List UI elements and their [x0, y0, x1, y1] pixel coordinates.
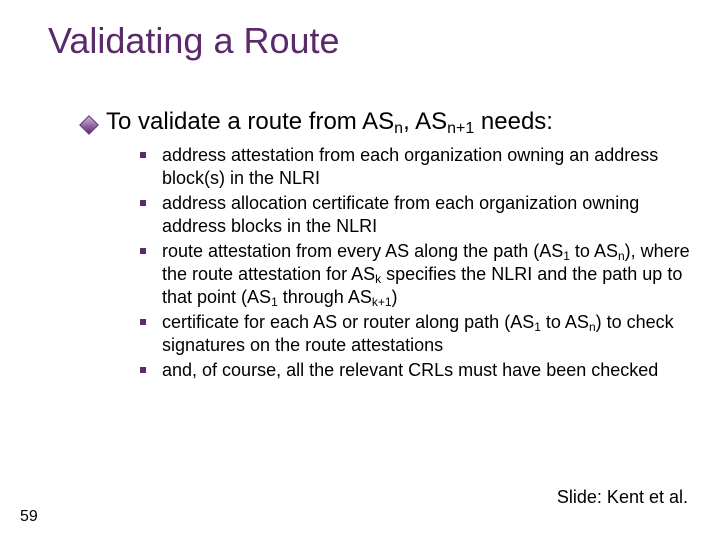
square-bullet-icon: [140, 152, 146, 158]
list-item-text: address allocation certificate from each…: [162, 192, 692, 238]
list-item: address attestation from each organizati…: [140, 144, 692, 190]
lead-suffix: needs:: [474, 108, 553, 135]
diamond-bullet-icon: [79, 115, 99, 135]
list-item-text: route attestation from every AS along th…: [162, 240, 692, 309]
list-item-text: certificate for each AS or router along …: [162, 311, 692, 357]
slide-title: Validating a Route: [48, 20, 340, 62]
lead-text: To validate a route from ASn, ASn+1 need…: [106, 108, 553, 136]
list-item: certificate for each AS or router along …: [140, 311, 692, 357]
slide: Validating a Route To validate a route f…: [0, 0, 720, 540]
list-item: route attestation from every AS along th…: [140, 240, 692, 309]
slide-body: To validate a route from ASn, ASn+1 need…: [82, 108, 692, 384]
lead-sub1: n: [394, 120, 403, 137]
attribution: Slide: Kent et al.: [557, 487, 688, 508]
list-item: and, of course, all the relevant CRLs mu…: [140, 359, 692, 382]
square-bullet-icon: [140, 319, 146, 325]
list-item: address allocation certificate from each…: [140, 192, 692, 238]
list-item-text: address attestation from each organizati…: [162, 144, 692, 190]
sub-bullet-list: address attestation from each organizati…: [140, 144, 692, 382]
list-item-text: and, of course, all the relevant CRLs mu…: [162, 359, 658, 382]
lead-mid: , AS: [403, 108, 447, 135]
square-bullet-icon: [140, 200, 146, 206]
square-bullet-icon: [140, 367, 146, 373]
lead-sub2: n+1: [447, 120, 474, 137]
lead-prefix: To validate a route from AS: [106, 108, 394, 135]
slide-number: 59: [20, 508, 38, 526]
lead-bullet: To validate a route from ASn, ASn+1 need…: [82, 108, 692, 136]
square-bullet-icon: [140, 248, 146, 254]
